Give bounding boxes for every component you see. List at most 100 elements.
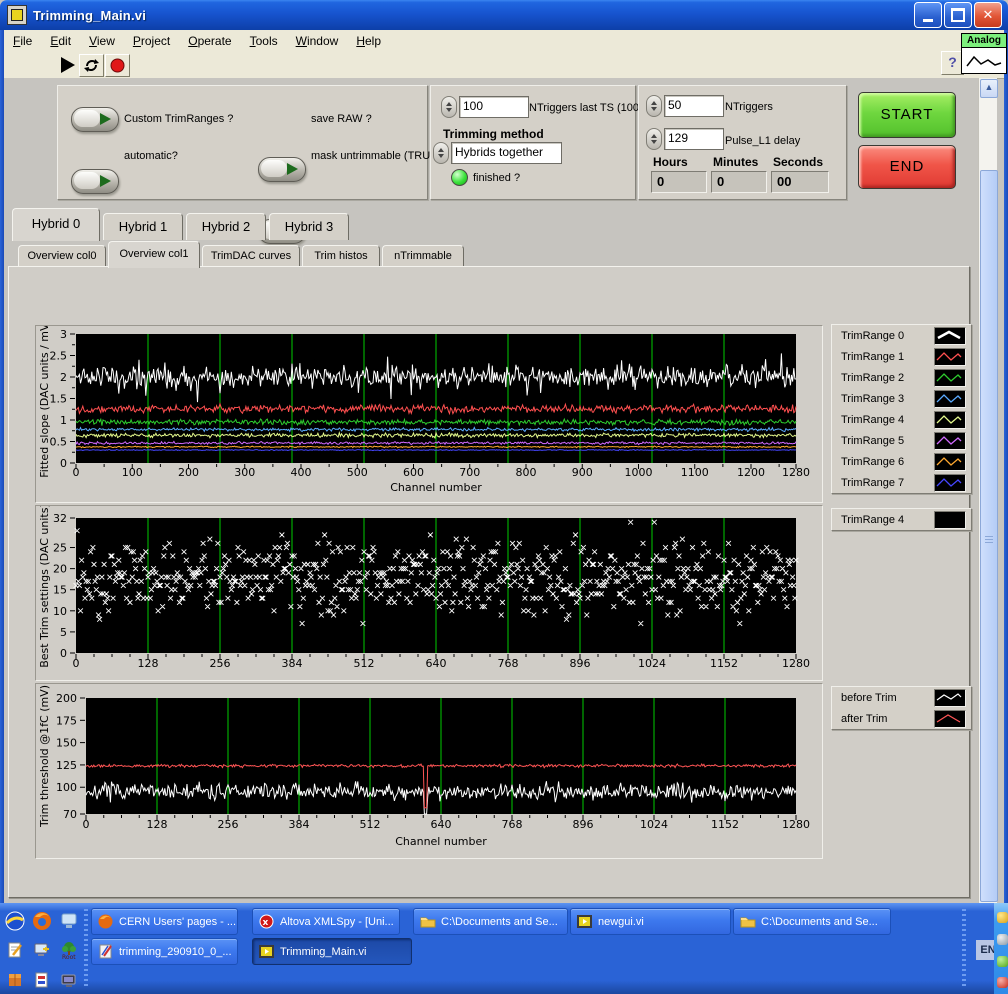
svg-text:700: 700: [459, 466, 480, 479]
package-icon[interactable]: [4, 969, 26, 991]
remote-desktop-icon[interactable]: [31, 939, 53, 961]
ntriggers-lastts-label: NTriggers last TS (100): [529, 102, 643, 114]
vertical-scrollbar[interactable]: ▲: [978, 78, 997, 903]
svg-text:Channel number: Channel number: [395, 835, 487, 848]
ntriggers-lastts-spinner[interactable]: [441, 96, 457, 118]
svg-text:1152: 1152: [710, 657, 738, 670]
titlebar: Trimming_Main.vi ✕: [0, 0, 1008, 30]
scrollbar-thumb[interactable]: [980, 170, 998, 902]
globe-icon[interactable]: [4, 910, 26, 932]
tab-hybrid-2[interactable]: Hybrid 2: [186, 213, 266, 240]
automatic-toggle[interactable]: [71, 169, 119, 194]
save-raw-toggle[interactable]: [258, 157, 306, 182]
menu-edit[interactable]: Edit: [41, 32, 80, 50]
svg-text:10: 10: [53, 605, 67, 618]
custom-trimranges-toggle[interactable]: [71, 107, 119, 132]
legend-item[interactable]: TrimRange 7: [832, 472, 971, 493]
legend-item[interactable]: TrimRange 1: [832, 346, 971, 367]
tab-hybrid-3[interactable]: Hybrid 3: [269, 213, 349, 240]
tab-overview-col0[interactable]: Overview col0: [18, 245, 106, 267]
menu-window[interactable]: Window: [287, 32, 348, 50]
tab-trimdac-curves[interactable]: TrimDAC curves: [202, 245, 300, 267]
legend-item[interactable]: before Trim: [832, 687, 971, 708]
best-trim-plot: 0128256384512640768896102411521280051015…: [36, 506, 820, 678]
legend-item[interactable]: TrimRange 3: [832, 388, 971, 409]
legend-item[interactable]: TrimRange 2: [832, 367, 971, 388]
taskbar-button-explorer-1[interactable]: C:\Documents and Se...: [413, 908, 568, 935]
tab-overview-col1[interactable]: Overview col1: [108, 241, 200, 268]
taskbar-button-newgui[interactable]: newgui.vi: [570, 908, 731, 935]
svg-text:1152: 1152: [711, 818, 739, 831]
taskbar-button-explorer-2[interactable]: C:\Documents and Se...: [733, 908, 891, 935]
taskbar: Root CERN Users' pages - ... x Altova XM…: [0, 903, 1008, 994]
legend-item[interactable]: TrimRange 4 × × ×: [832, 509, 971, 530]
threshold-legend: before Trim after Trim: [831, 686, 972, 730]
svg-text:768: 768: [498, 657, 519, 670]
tab-ntrimmable[interactable]: nTrimmable: [382, 245, 464, 267]
tray-icon[interactable]: [997, 912, 1008, 923]
ntriggers-field[interactable]: 50: [664, 95, 724, 117]
ntriggers-lastts-field[interactable]: 100: [459, 96, 529, 118]
trimming-method-dropdown[interactable]: Hybrids together: [451, 142, 562, 164]
minutes-label: Minutes: [713, 155, 758, 169]
taskbar-button-trimming-file[interactable]: trimming_290910_0_...: [91, 938, 238, 965]
tray-icon[interactable]: [997, 934, 1008, 945]
menu-help[interactable]: Help: [347, 32, 390, 50]
firefox-icon[interactable]: [31, 910, 53, 932]
taskbar-button-trimming-main[interactable]: Trimming_Main.vi: [252, 938, 412, 965]
menu-project[interactable]: Project: [124, 32, 179, 50]
notepad-icon[interactable]: [4, 939, 26, 961]
display-icon[interactable]: [58, 910, 80, 932]
scroll-up-arrow[interactable]: ▲: [980, 79, 998, 98]
taskbar-button-cern[interactable]: CERN Users' pages - ...: [91, 908, 238, 935]
legend-item[interactable]: TrimRange 6: [832, 451, 971, 472]
computer-icon[interactable]: [58, 969, 80, 991]
legend-item[interactable]: TrimRange 4: [832, 409, 971, 430]
finished-led: [451, 169, 468, 186]
close-button[interactable]: ✕: [974, 2, 1002, 28]
analog-window-fragment[interactable]: Analog: [961, 33, 1007, 75]
menu-file[interactable]: File: [4, 32, 41, 50]
finished-label: finished ?: [473, 172, 520, 184]
svg-text:125: 125: [56, 759, 77, 772]
start-button[interactable]: START: [858, 92, 956, 138]
trim-threshold-chart: 0128256384512640768896102411521280701001…: [35, 683, 823, 859]
taskbar-button-xmlspy[interactable]: x Altova XMLSpy - [Uni...: [252, 908, 400, 935]
menu-operate[interactable]: Operate: [179, 32, 240, 50]
trimming-method-spinner[interactable]: [433, 142, 449, 164]
pulse-delay-spinner[interactable]: [646, 128, 662, 150]
run-continuous-icon[interactable]: [79, 54, 104, 77]
minimize-button[interactable]: [914, 2, 942, 28]
svg-text:1: 1: [60, 414, 67, 427]
setup-icon[interactable]: [31, 969, 53, 991]
menu-view[interactable]: View: [80, 32, 124, 50]
svg-text:150: 150: [56, 737, 77, 750]
legend-item[interactable]: TrimRange 5: [832, 430, 971, 451]
svg-text:Channel number: Channel number: [390, 481, 482, 494]
run-icon[interactable]: [61, 57, 75, 73]
tray-icon[interactable]: [997, 956, 1008, 967]
pulse-delay-field[interactable]: 129: [664, 128, 724, 150]
minutes-display: 0: [711, 171, 767, 193]
labview-icon: [576, 913, 593, 930]
labview-icon: [258, 943, 275, 960]
tab-hybrid-0[interactable]: Hybrid 0: [12, 208, 100, 241]
legend-item[interactable]: after Trim: [832, 708, 971, 729]
svg-text:1100: 1100: [681, 466, 709, 479]
maximize-button[interactable]: [944, 2, 972, 28]
fitted-slope-chart: 0100200300400500600700800900100011001200…: [35, 325, 823, 503]
legend-item[interactable]: TrimRange 0: [832, 325, 971, 346]
svg-text:0.5: 0.5: [50, 436, 68, 449]
root-icon[interactable]: Root: [58, 939, 80, 961]
abort-icon[interactable]: [105, 54, 130, 77]
tab-hybrid-1[interactable]: Hybrid 1: [103, 213, 183, 240]
end-button[interactable]: END: [858, 145, 956, 189]
waveform-icon: [961, 48, 1007, 74]
menu-tools[interactable]: Tools: [241, 32, 287, 50]
svg-text:1024: 1024: [640, 818, 668, 831]
tray-icon[interactable]: [997, 977, 1008, 988]
custom-trimranges-label: Custom TrimRanges ?: [124, 113, 233, 125]
ntriggers-spinner[interactable]: [646, 95, 662, 117]
tab-trim-histos[interactable]: Trim histos: [302, 245, 380, 267]
taskbar-separator: [84, 909, 88, 988]
